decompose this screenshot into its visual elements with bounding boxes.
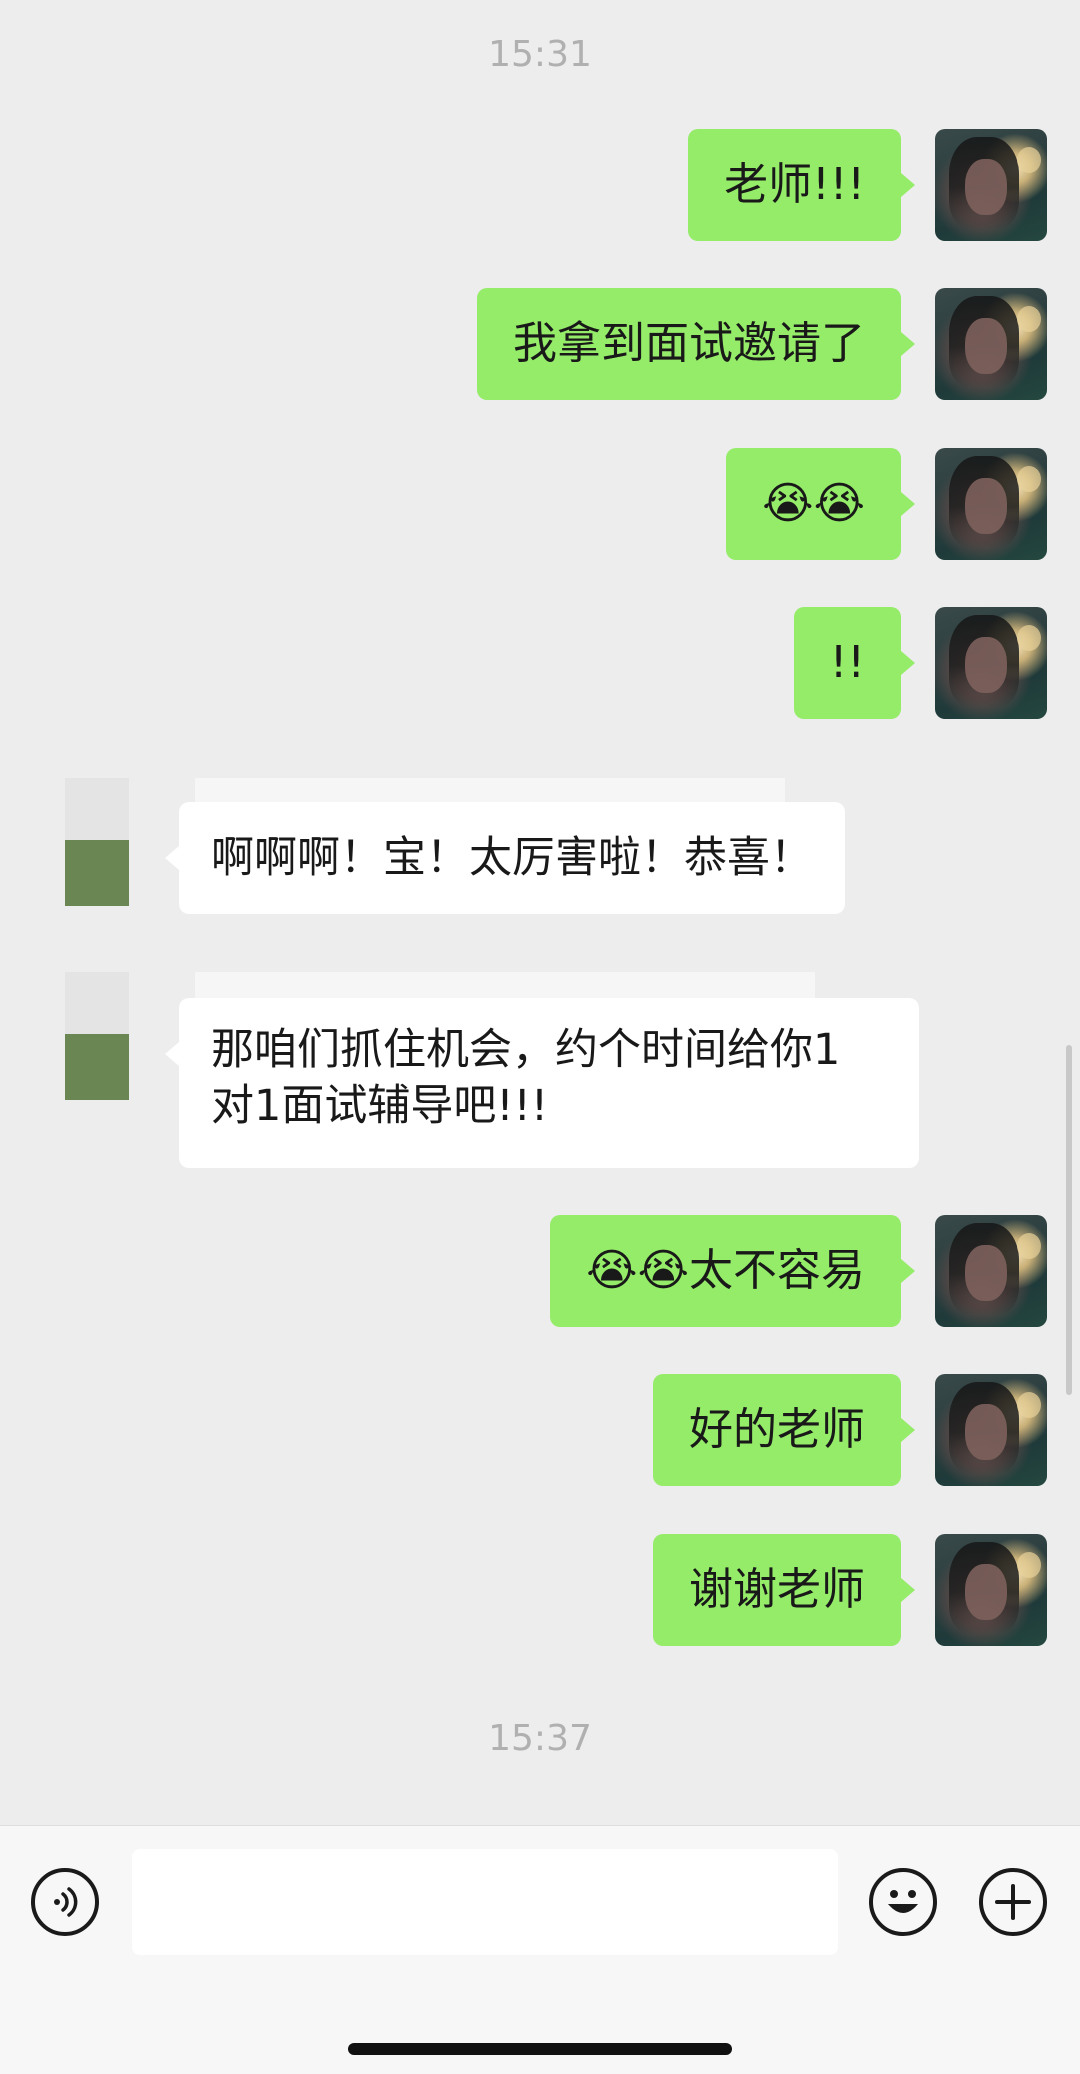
avatar[interactable] bbox=[65, 972, 129, 1100]
avatar[interactable] bbox=[65, 778, 129, 906]
timestamp: 15:31 bbox=[488, 34, 592, 75]
home-indicator[interactable] bbox=[348, 2043, 732, 2055]
message-bubble[interactable]: 那咱们抓住机会，约个时间给你1 对1面试辅导吧!!! bbox=[165, 998, 919, 1168]
plus-glyph bbox=[995, 1884, 1031, 1920]
message-bubble[interactable]: !! bbox=[793, 607, 916, 719]
timestamp: 15:37 bbox=[488, 1718, 592, 1759]
redacted-strip bbox=[195, 972, 815, 1000]
emoji-icon[interactable] bbox=[869, 1868, 937, 1936]
avatar[interactable] bbox=[935, 1215, 1047, 1327]
message-bubble[interactable]: 老师!!! bbox=[688, 129, 915, 241]
avatar[interactable] bbox=[935, 448, 1047, 560]
scrollbar[interactable] bbox=[1066, 1045, 1072, 1395]
message-line: 对1面试辅导吧!!! bbox=[211, 1081, 549, 1131]
avatar[interactable] bbox=[935, 607, 1047, 719]
avatar[interactable] bbox=[935, 288, 1047, 400]
chat-area: 15:31 老师!!! 我拿到面试邀请了 😭😭 !! 啊啊啊！宝！太厉害啦！恭喜… bbox=[0, 0, 1080, 1825]
avatar[interactable] bbox=[935, 1374, 1047, 1486]
voice-icon[interactable] bbox=[31, 1868, 99, 1936]
avatar[interactable] bbox=[935, 129, 1047, 241]
emoji-face-glyph bbox=[888, 1890, 918, 1913]
message-line: 那咱们抓住机会，约个时间给你1 bbox=[211, 1025, 841, 1075]
message-bubble[interactable]: 😭😭 bbox=[726, 448, 915, 560]
message-bubble[interactable]: 好的老师 bbox=[653, 1374, 915, 1486]
message-bubble[interactable]: 😭😭太不容易 bbox=[550, 1215, 915, 1327]
avatar[interactable] bbox=[935, 1534, 1047, 1646]
plus-icon[interactable] bbox=[979, 1868, 1047, 1936]
message-input[interactable] bbox=[132, 1849, 838, 1955]
message-bubble[interactable]: 我拿到面试邀请了 bbox=[477, 288, 915, 400]
message-bubble[interactable]: 啊啊啊！宝！太厉害啦！恭喜！ bbox=[165, 802, 845, 914]
voice-icon-glyph bbox=[54, 1887, 78, 1917]
message-bubble[interactable]: 谢谢老师 bbox=[653, 1534, 915, 1646]
